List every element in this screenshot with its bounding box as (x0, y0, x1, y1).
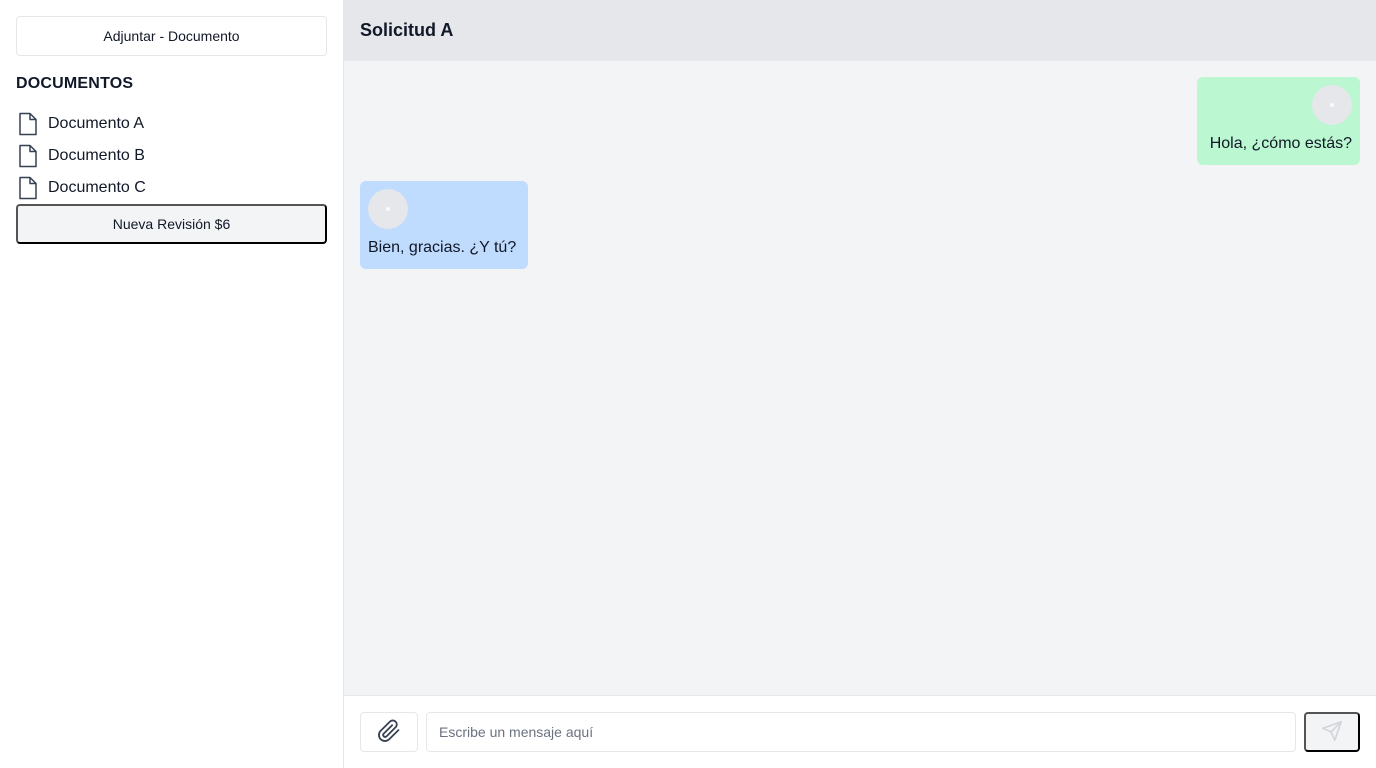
avatar (1312, 85, 1352, 125)
documents-heading: DOCUMENTOS (16, 75, 134, 92)
file-icon (16, 144, 40, 168)
document-item-c[interactable]: Documento C (16, 172, 327, 204)
new-revision-button[interactable]: Nueva Revisión $6 (16, 204, 327, 244)
document-label: Documento A (48, 115, 145, 132)
outgoing-message: Hola, ¿cómo estás? (1197, 77, 1360, 165)
message-text: Bien, gracias. ¿Y tú? (368, 239, 517, 256)
incoming-message: Bien, gracias. ¿Y tú? (360, 181, 528, 269)
app-window: Adjuntar - Documento DOCUMENTOS Document… (0, 0, 1376, 768)
sidebar: Adjuntar - Documento DOCUMENTOS Document… (0, 0, 344, 768)
message-composer (344, 695, 1376, 768)
send-icon (1321, 720, 1343, 745)
file-icon (16, 176, 40, 200)
chat-panel: Solicitud A Hola, ¿cómo estás? Bien, gra… (344, 0, 1376, 768)
document-item-b[interactable]: Documento B (16, 140, 327, 172)
send-button[interactable] (1304, 712, 1360, 752)
message-list[interactable]: Hola, ¿cómo estás? Bien, gracias. ¿Y tú? (344, 61, 1376, 695)
document-list: Documento A Documento B Documento C (16, 108, 327, 204)
attach-document-button[interactable]: Adjuntar - Documento (16, 16, 327, 56)
avatar (368, 189, 408, 229)
attach-file-button[interactable] (360, 712, 418, 752)
chat-title: Solicitud A (360, 19, 454, 40)
document-label: Documento B (48, 147, 145, 164)
document-label: Documento C (48, 179, 146, 196)
chat-header: Solicitud A (344, 0, 1376, 61)
message-input[interactable] (426, 712, 1296, 752)
paperclip-icon (377, 719, 401, 746)
document-item-a[interactable]: Documento A (16, 108, 327, 140)
message-text: Hola, ¿cómo estás? (1209, 135, 1352, 152)
file-icon (16, 112, 40, 136)
